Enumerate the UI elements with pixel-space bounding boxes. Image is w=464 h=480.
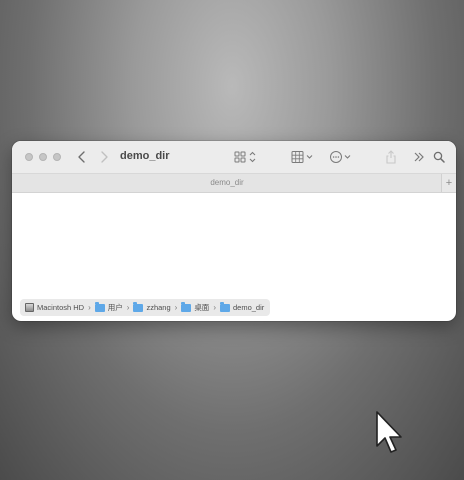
minimize-window-button[interactable] [39, 153, 47, 161]
new-tab-button[interactable]: + [441, 174, 456, 192]
more-actions-button[interactable] [329, 149, 355, 165]
path-separator: › [213, 303, 216, 312]
finder-window: demo_dir demo_dir + Macintosh HD › 用户 › … [12, 141, 456, 321]
zoom-window-button[interactable] [53, 153, 61, 161]
view-mode-button[interactable] [234, 149, 260, 165]
forward-icon [101, 151, 108, 163]
more-actions-icon [330, 151, 351, 163]
share-button[interactable] [384, 149, 398, 165]
mouse-pointer-icon [376, 411, 402, 453]
close-window-button[interactable] [25, 153, 33, 161]
window-title: demo_dir [120, 150, 170, 162]
search-icon [433, 151, 445, 163]
path-separator: › [174, 303, 178, 312]
path-item-label: 用户 [107, 303, 123, 312]
back-button[interactable] [74, 149, 90, 165]
path-item-users[interactable]: 用户 [94, 301, 123, 313]
disk-icon [25, 303, 34, 312]
file-list-area[interactable] [12, 193, 456, 293]
toolbar: demo_dir [12, 141, 456, 173]
traffic-lights [25, 153, 61, 161]
folder-icon [133, 301, 144, 312]
view-mode-icon [234, 151, 256, 163]
path-separator: › [126, 303, 130, 312]
share-icon [386, 150, 396, 164]
search-button[interactable] [432, 149, 446, 165]
forward-button[interactable] [96, 149, 112, 165]
path-item-label: 桌面 [194, 303, 210, 312]
group-button[interactable] [291, 149, 317, 165]
path-item-label: zzhang [146, 303, 171, 312]
path-item-label: demo_dir [232, 303, 265, 312]
tab-demo-dir[interactable]: demo_dir [12, 178, 442, 187]
path-separator: › [88, 303, 91, 312]
path-item-zzhang[interactable]: zzhang [133, 301, 171, 312]
path-item-demo-dir[interactable]: demo_dir [219, 301, 265, 312]
folder-icon [181, 301, 192, 312]
path-item-macintosh-hd[interactable]: Macintosh HD [25, 303, 84, 312]
path-bar: Macintosh HD › 用户 › zzhang › 桌面 › demo_d… [20, 299, 271, 316]
folder-icon [94, 301, 105, 312]
folder-icon [219, 301, 230, 312]
back-icon [78, 151, 85, 163]
group-icon [291, 151, 313, 163]
expand-toolbar-icon [414, 152, 424, 162]
path-item-desktop[interactable]: 桌面 [181, 301, 210, 313]
path-item-label: Macintosh HD [37, 303, 85, 312]
tab-bar: demo_dir + [12, 173, 456, 193]
expand-toolbar-button[interactable] [412, 149, 426, 165]
